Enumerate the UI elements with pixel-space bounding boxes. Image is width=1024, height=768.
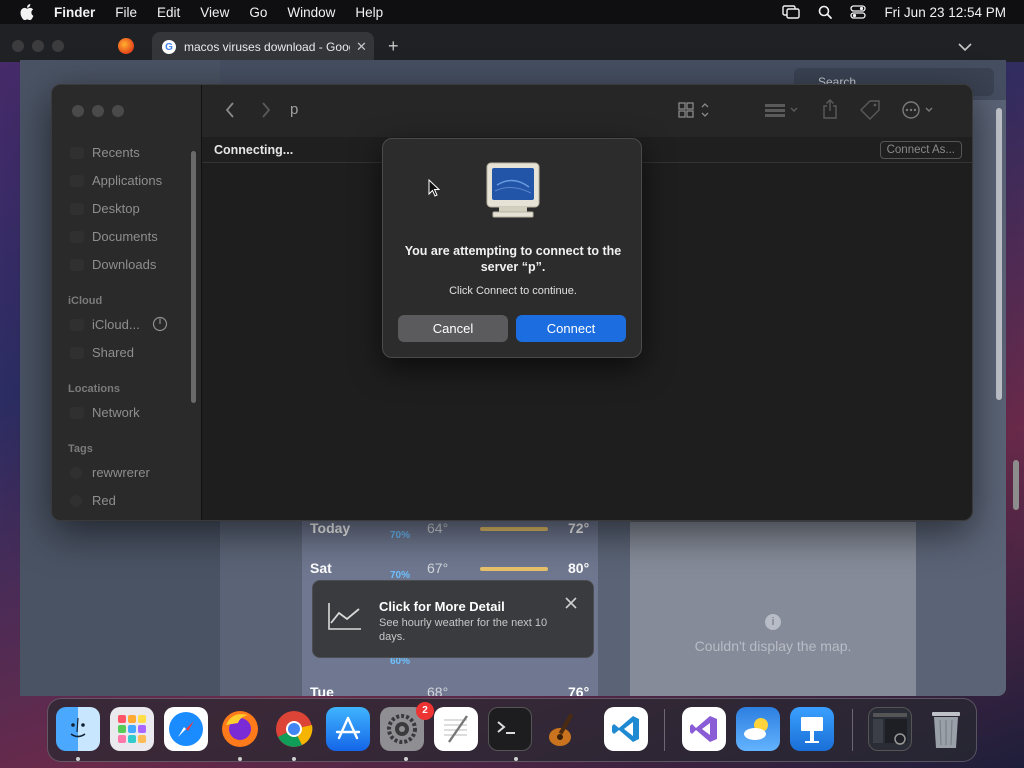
mouse-cursor-icon — [428, 179, 440, 197]
forecast-precip: 70% — [390, 530, 411, 541]
browser-tab-active[interactable]: G macos viruses download - Goog ✕ — [152, 32, 374, 62]
firefox-tab-icon[interactable] — [118, 38, 134, 54]
dock-visual-studio-icon[interactable] — [682, 707, 726, 751]
sidebar-item-network[interactable]: Network — [70, 405, 140, 420]
menu-go[interactable]: Go — [249, 5, 267, 20]
dock-firefox-icon[interactable] — [218, 707, 262, 751]
dock-keynote-icon[interactable] — [790, 707, 834, 751]
tag-icon[interactable] — [860, 100, 880, 120]
connect-server-dialog: You are attempting to connect to the ser… — [382, 138, 642, 358]
dock-trash-icon[interactable] — [924, 707, 968, 751]
new-tab-icon[interactable]: + — [388, 36, 399, 57]
browser-tab-strip: G macos viruses download - Goog ✕ + — [0, 24, 1024, 62]
forecast-low: 68° — [427, 684, 449, 696]
forecast-row[interactable]: Sat 70% 67° 80° — [310, 556, 598, 581]
sync-progress-icon — [152, 316, 168, 332]
forecast-high: 80° — [568, 560, 590, 576]
info-icon: i — [765, 614, 781, 630]
popover-description: See hourly weather for the next 10 days. — [379, 617, 548, 643]
dock-finder-icon[interactable] — [56, 707, 100, 751]
apple-menu-icon[interactable] — [18, 3, 36, 21]
more-detail-popover[interactable]: Click for More Detail See hourly weather… — [312, 580, 594, 658]
menu-window[interactable]: Window — [287, 5, 335, 20]
dock: 2 — [47, 698, 977, 762]
screen-mirroring-icon[interactable] — [782, 5, 801, 19]
browser-tab-title: macos viruses download - Goog — [184, 40, 350, 54]
browser-traffic-lights — [12, 40, 64, 52]
finder-window-title: p — [290, 101, 299, 118]
dialog-message: You are attempting to connect to the ser… — [404, 244, 622, 274]
dock-garageband-icon[interactable] — [542, 707, 586, 751]
dock-app-store-icon[interactable] — [326, 707, 370, 751]
settings-update-badge: 2 — [416, 702, 434, 720]
sidebar-heading-locations: Locations — [68, 383, 120, 395]
connect-button[interactable]: Connect — [516, 315, 626, 342]
dock-minimized-window-thumbnail[interactable] — [868, 707, 912, 751]
sidebar-item-tag-red[interactable]: Red — [70, 493, 116, 508]
sidebar-item-shared[interactable]: Shared — [70, 345, 134, 360]
tab-close-icon[interactable]: ✕ — [356, 39, 367, 55]
sidebar-item-desktop[interactable]: Desktop — [70, 201, 140, 216]
forecast-high: 76° — [568, 684, 590, 696]
sidebar-item-icloud-drive[interactable]: iCloud... — [70, 317, 140, 332]
connect-as-button[interactable]: Connect As... — [879, 141, 962, 159]
temp-range-bar — [480, 567, 548, 571]
sidebar-item-downloads[interactable]: Downloads — [70, 257, 156, 272]
cancel-button[interactable]: Cancel — [398, 315, 508, 342]
forecast-day: Tue — [310, 684, 334, 696]
view-grid-icon[interactable] — [678, 102, 712, 118]
popover-title: Click for More Detail — [379, 599, 505, 614]
back-chevron-icon[interactable] — [224, 101, 236, 119]
sidebar-heading-tags: Tags — [68, 443, 93, 455]
finder-toolbar: p — [202, 85, 972, 137]
chart-line-icon — [328, 603, 361, 630]
forward-chevron-icon[interactable] — [260, 101, 272, 119]
menu-view[interactable]: View — [200, 5, 229, 20]
sidebar-scrollbar[interactable] — [191, 151, 196, 403]
forecast-row[interactable]: Tue 68° 76° — [310, 680, 598, 696]
dock-safari-icon[interactable] — [164, 707, 208, 751]
more-actions-icon[interactable] — [902, 101, 938, 119]
close-icon[interactable] — [563, 595, 579, 611]
sidebar-item-recents[interactable]: Recents — [70, 145, 140, 160]
forecast-day: Today — [310, 520, 351, 536]
sidebar-heading-icloud: iCloud — [68, 295, 103, 307]
spotlight-search-icon[interactable] — [818, 5, 833, 19]
menu-bar: Finder File Edit View Go Window Help Fri… — [0, 0, 1024, 24]
connecting-label: Connecting... — [214, 143, 294, 157]
sidebar-item-applications[interactable]: Applications — [70, 173, 162, 188]
menubar-clock[interactable]: Fri Jun 23 12:54 PM — [884, 5, 1006, 20]
menu-app-finder[interactable]: Finder — [54, 5, 95, 20]
menu-file[interactable]: File — [115, 5, 137, 20]
map-panel: i Couldn't display the map. — [630, 522, 916, 696]
share-icon[interactable] — [822, 99, 838, 119]
control-center-icon[interactable] — [850, 5, 867, 19]
sidebar-item-documents[interactable]: Documents — [70, 229, 158, 244]
menu-edit[interactable]: Edit — [157, 5, 180, 20]
menu-help[interactable]: Help — [355, 5, 383, 20]
page-scrollbar[interactable] — [1013, 460, 1019, 510]
temp-range-bar — [480, 527, 548, 531]
dialog-subtext: Click Connect to continue. — [449, 285, 577, 297]
finder-traffic-lights[interactable] — [72, 105, 124, 117]
map-error-message: Couldn't display the map. — [694, 638, 852, 654]
group-by-icon[interactable] — [764, 102, 800, 118]
dock-launchpad-icon[interactable] — [110, 707, 154, 751]
dock-chrome-icon[interactable] — [272, 707, 316, 751]
finder-sidebar: Recents Applications Desktop Documents D… — [52, 85, 202, 520]
forecast-low: 64° — [427, 520, 449, 536]
tab-search-chevron-icon[interactable] — [958, 38, 972, 56]
forecast-high: 72° — [568, 520, 590, 536]
dock-textedit-icon[interactable] — [434, 707, 478, 751]
forecast-day: Sat — [310, 560, 332, 576]
dock-vscode-icon[interactable] — [604, 707, 648, 751]
dock-terminal-icon[interactable] — [488, 707, 532, 751]
browser-scrollbar[interactable] — [996, 108, 1002, 400]
dock-weather-icon[interactable] — [736, 707, 780, 751]
server-monitor-icon — [486, 162, 540, 218]
sidebar-item-tag-rewwrerer[interactable]: rewwrerer — [70, 465, 150, 480]
google-favicon-icon: G — [162, 40, 176, 54]
forecast-low: 67° — [427, 560, 449, 576]
